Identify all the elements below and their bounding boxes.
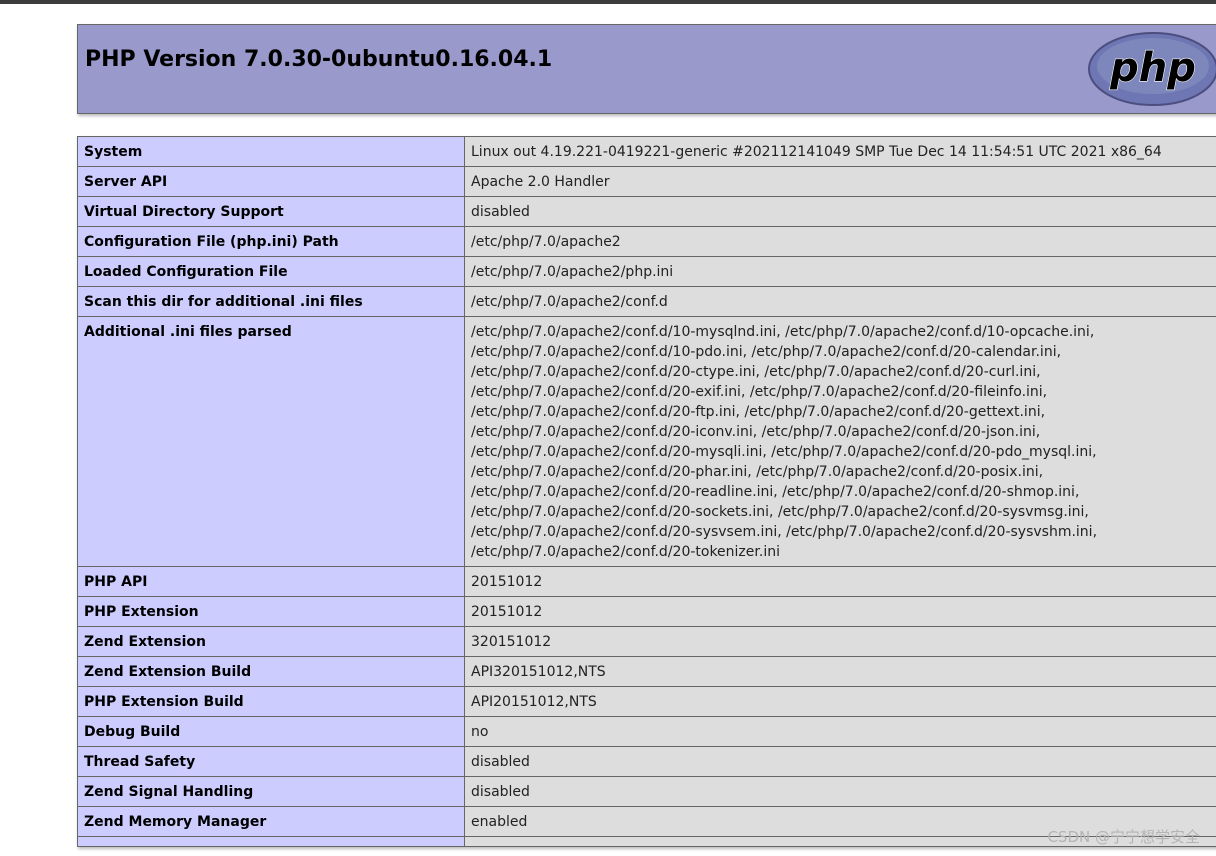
row-label: PHP Extension xyxy=(77,596,465,627)
table-row: Zend Memory Manager enabled xyxy=(77,806,1216,837)
table-row: PHP Extension 20151012 xyxy=(77,596,1216,627)
row-value: API20151012,NTS xyxy=(464,686,1216,717)
row-value-line: /etc/php/7.0/apache2/conf.d/20-readline.… xyxy=(471,484,1080,500)
row-value: /etc/php/7.0/apache2/conf.d/10-mysqlnd.i… xyxy=(464,316,1216,567)
table-row: PHP API 20151012 xyxy=(77,566,1216,597)
row-label: Additional .ini files parsed xyxy=(77,316,465,567)
table-row: Virtual Directory Support disabled xyxy=(77,196,1216,227)
window-top-bar xyxy=(0,0,1216,4)
row-label: Zend Extension xyxy=(77,626,465,657)
row-value-line: /etc/php/7.0/apache2/conf.d/20-sockets.i… xyxy=(471,504,1089,520)
row-label: Virtual Directory Support xyxy=(77,196,465,227)
php-version-header: PHP Version 7.0.30-0ubuntu0.16.04.1 php xyxy=(77,24,1216,114)
row-value-line: /etc/php/7.0/apache2/conf.d/20-iconv.ini… xyxy=(471,424,1041,440)
row-label: Scan this dir for additional .ini files xyxy=(77,286,465,317)
php-info-table-body: System Linux out 4.19.221-0419221-generic… xyxy=(77,136,1216,847)
table-row: Thread Safety disabled xyxy=(77,746,1216,777)
table-row: Additional .ini files parsed/etc/php/7.0… xyxy=(77,316,1216,567)
row-value-line: /etc/php/7.0/apache2/conf.d/20-tokenizer… xyxy=(471,544,780,560)
table-row: Loaded Configuration File/etc/php/7.0/ap… xyxy=(77,256,1216,287)
table-row: Scan this dir for additional .ini files /… xyxy=(77,286,1216,317)
table-row: Server API Apache 2.0 Handler xyxy=(77,166,1216,197)
row-label: Zend Signal Handling xyxy=(77,776,465,807)
row-value: Linux out 4.19.221-0419221-generic #2021… xyxy=(464,136,1216,167)
row-label: Zend Memory Manager xyxy=(77,806,465,837)
row-value: Apache 2.0 Handler xyxy=(464,166,1216,197)
csdn-watermark: CSDN @宁宁想学安全 xyxy=(1047,828,1200,846)
row-label: Server API xyxy=(77,166,465,197)
row-value-line: /etc/php/7.0/apache2/conf.d/10-pdo.ini, … xyxy=(471,344,1062,360)
table-row: System Linux out 4.19.221-0419221-generic… xyxy=(77,136,1216,167)
row-value: disabled xyxy=(464,196,1216,227)
table-row: PHP Extension Build API20151012,NTS xyxy=(77,686,1216,717)
row-value-line: /etc/php/7.0/apache2/conf.d/20-ftp.ini, … xyxy=(471,404,1046,420)
row-value-line: /etc/php/7.0/apache2/conf.d/20-phar.ini,… xyxy=(471,464,1044,480)
row-value-line: /etc/php/7.0/apache2/conf.d/20-mysqli.in… xyxy=(471,444,1097,460)
php-logo[interactable]: php xyxy=(1086,29,1216,109)
row-label: Configuration File (php.ini) Path xyxy=(77,226,465,257)
row-label: Debug Build xyxy=(77,716,465,747)
row-value: API320151012,NTS xyxy=(464,656,1216,687)
row-label: PHP API xyxy=(77,566,465,597)
row-value: 20151012 xyxy=(464,596,1216,627)
row-label: Loaded Configuration File xyxy=(77,256,465,287)
table-row: Zend Extension Build API320151012,NTS xyxy=(77,656,1216,687)
table-row: Zend Extension 320151012 xyxy=(77,626,1216,657)
row-label xyxy=(77,836,465,847)
row-value: /etc/php/7.0/apache2 xyxy=(464,226,1216,257)
table-row: Configuration File (php.ini) Path/etc/ph… xyxy=(77,226,1216,257)
row-label: Thread Safety xyxy=(77,746,465,777)
row-value-line: /etc/php/7.0/apache2/conf.d/20-ctype.ini… xyxy=(471,364,1041,380)
row-label: System xyxy=(77,136,465,167)
row-value: 20151012 xyxy=(464,566,1216,597)
table-row: Debug Build no xyxy=(77,716,1216,747)
row-value-line: /etc/php/7.0/apache2/conf.d/20-exif.ini,… xyxy=(471,384,1048,400)
row-label: Zend Extension Build xyxy=(77,656,465,687)
row-label: PHP Extension Build xyxy=(77,686,465,717)
row-value: disabled xyxy=(464,746,1216,777)
table-row: Zend Signal Handling disabled xyxy=(77,776,1216,807)
row-value: /etc/php/7.0/apache2/php.ini xyxy=(464,256,1216,287)
table-row xyxy=(77,836,1216,847)
row-value-line: /etc/php/7.0/apache2/conf.d/10-mysqlnd.i… xyxy=(471,324,1095,340)
row-value: no xyxy=(464,716,1216,747)
php-logo-text: php xyxy=(1109,45,1196,91)
row-value: 320151012 xyxy=(464,626,1216,657)
page-title: PHP Version 7.0.30-0ubuntu0.16.04.1 xyxy=(85,47,553,72)
row-value: disabled xyxy=(464,776,1216,807)
row-value-line: /etc/php/7.0/apache2/conf.d/20-sysvsem.i… xyxy=(471,524,1098,540)
php-info-table: System Linux out 4.19.221-0419221-generic… xyxy=(77,136,1216,847)
row-value: /etc/php/7.0/apache2/conf.d xyxy=(464,286,1216,317)
